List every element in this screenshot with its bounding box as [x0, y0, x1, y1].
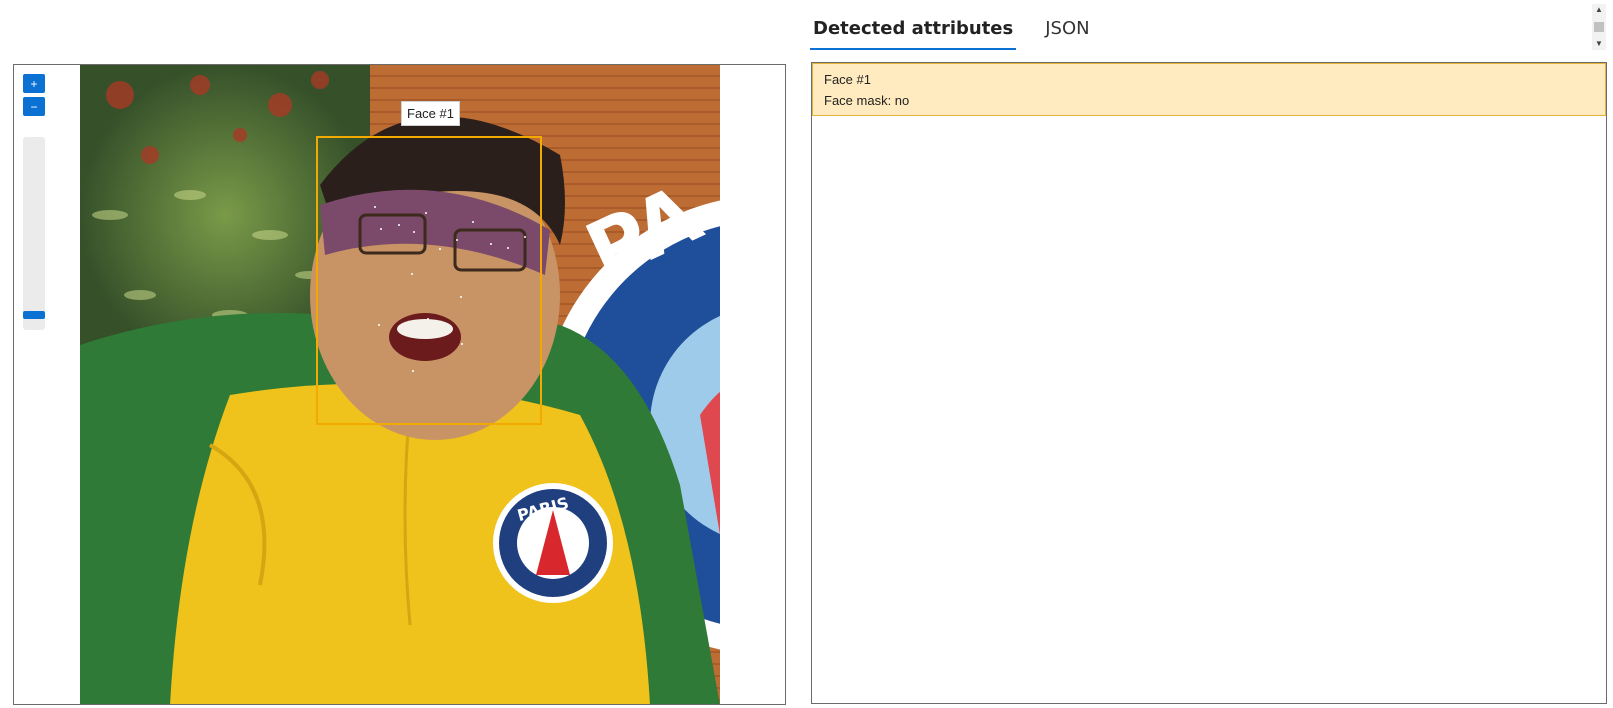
landmark-point: [378, 324, 380, 326]
landmark-point: [374, 206, 376, 208]
face-result-item[interactable]: Face #1 Face mask: no: [812, 63, 1606, 116]
scroll-up-icon[interactable]: ▲: [1592, 4, 1606, 16]
landmark-point: [439, 248, 441, 250]
image-viewer: + − PA PARIS Face #1: [13, 64, 786, 705]
zoom-out-button[interactable]: −: [23, 97, 45, 116]
analyzed-photo: PA INT - PARIS Face: [80, 65, 720, 704]
tab-json[interactable]: JSON: [1042, 14, 1092, 50]
landmark-point: [461, 343, 463, 345]
landmark-point: [472, 221, 474, 223]
landmark-point: [490, 243, 492, 245]
scroll-down-icon[interactable]: ▼: [1592, 38, 1606, 50]
plus-icon: +: [30, 76, 38, 91]
panel-scrollbar[interactable]: ▲ ▼: [1592, 4, 1606, 50]
landmark-point: [524, 236, 526, 238]
face-tag: Face #1: [401, 101, 460, 126]
face-result-title: Face #1: [824, 72, 871, 87]
landmark-point: [411, 273, 413, 275]
face-bounding-box[interactable]: [316, 136, 542, 425]
landmark-point: [380, 228, 382, 230]
detected-attributes-panel: Face #1 Face mask: no: [811, 62, 1607, 704]
landmark-point: [460, 296, 462, 298]
zoom-slider-thumb[interactable]: [23, 311, 45, 319]
landmark-point: [507, 247, 509, 249]
minus-icon: −: [30, 99, 38, 114]
tab-detected-attributes[interactable]: Detected attributes: [810, 14, 1017, 50]
landmark-point: [427, 318, 429, 320]
face-mask-attribute: Face mask: no: [824, 93, 910, 108]
result-tabs: Detected attributes JSON: [810, 14, 1093, 50]
scrollbar-thumb[interactable]: [1594, 22, 1604, 32]
landmark-point: [456, 239, 458, 241]
landmark-point: [425, 212, 427, 214]
zoom-slider[interactable]: [23, 137, 45, 330]
zoom-in-button[interactable]: +: [23, 74, 45, 93]
landmark-point: [412, 370, 414, 372]
landmark-point: [398, 224, 400, 226]
landmark-point: [413, 231, 415, 233]
